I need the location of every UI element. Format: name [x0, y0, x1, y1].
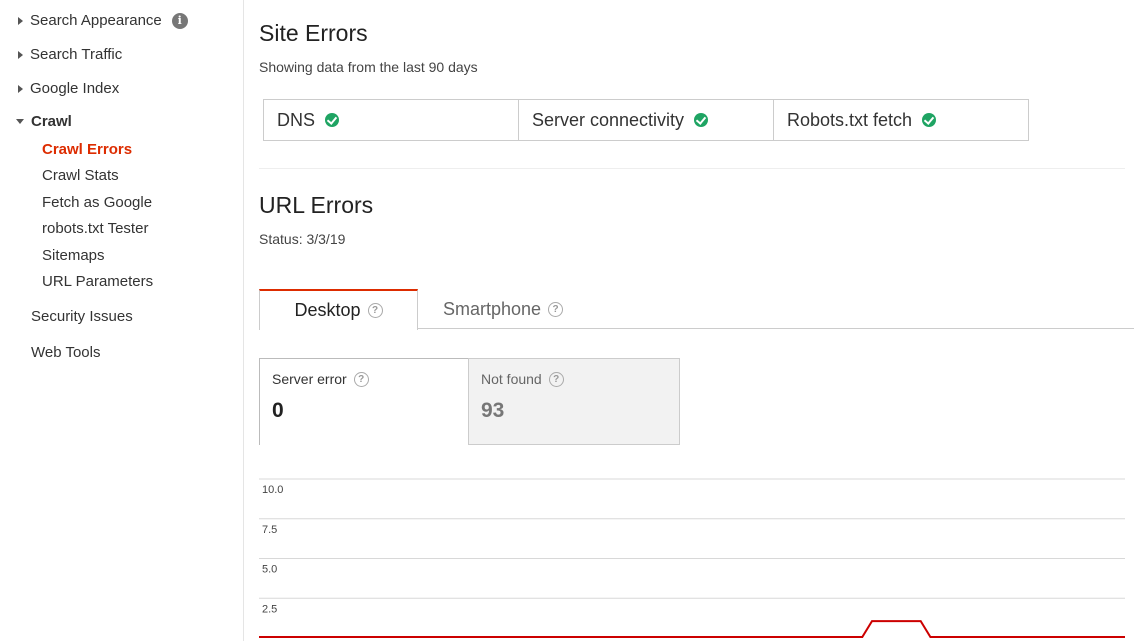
status-cell-robots-fetch[interactable]: Robots.txt fetch	[774, 100, 1028, 140]
sidebar-item-crawl-errors[interactable]: Crawl Errors	[42, 141, 132, 158]
site-errors-subtitle: Showing data from the last 90 days	[259, 59, 478, 75]
help-icon[interactable]: ?	[548, 301, 564, 317]
status-cell-dns[interactable]: DNS	[264, 100, 519, 140]
sidebar-item-label: Search Appearance	[30, 12, 162, 29]
status-label: Robots.txt fetch	[787, 109, 913, 130]
help-icon[interactable]: ?	[353, 371, 369, 387]
y-tick-label: 7.5	[262, 524, 277, 536]
caret-down-icon	[16, 119, 24, 124]
caret-right-icon	[18, 16, 23, 25]
sidebar-item-sitemaps[interactable]: Sitemaps	[42, 247, 105, 264]
sidebar-item-crawl[interactable]: Crawl	[16, 113, 72, 130]
help-icon[interactable]: ?	[548, 371, 564, 387]
sidebar-item-url-parameters[interactable]: URL Parameters	[42, 273, 153, 290]
sidebar-item-search-traffic[interactable]: Search Traffic	[18, 46, 122, 63]
metric-label-row: Not found ?	[481, 371, 667, 387]
status-cell-server-connectivity[interactable]: Server connectivity	[519, 100, 774, 140]
url-errors-title: URL Errors	[259, 192, 374, 218]
sidebar-item-label: Search Traffic	[30, 46, 123, 63]
status-label: DNS	[277, 109, 316, 130]
check-circle-icon	[694, 113, 709, 127]
tab-desktop[interactable]: Desktop ?	[259, 289, 418, 330]
url-errors-status: Status: 3/3/19	[259, 231, 346, 247]
caret-right-icon	[18, 84, 23, 93]
metric-label: Not found	[481, 371, 542, 387]
site-errors-status-row: DNS Server connectivity Robots.txt fetch	[263, 99, 1029, 141]
metric-card-not-found[interactable]: Not found ? 93	[468, 358, 680, 445]
y-tick-label: 2.5	[262, 603, 277, 615]
section-divider	[259, 168, 1125, 169]
y-tick-label: 5.0	[262, 564, 277, 576]
check-circle-icon	[922, 113, 937, 127]
info-icon[interactable]: i	[171, 12, 188, 29]
sidebar-item-label: Google Index	[30, 80, 120, 97]
url-errors-chart: 10.0 7.5 5.0 2.5	[259, 470, 1125, 641]
check-circle-icon	[325, 113, 340, 127]
chart-svg: 10.0 7.5 5.0 2.5	[259, 478, 1125, 638]
metric-value: 0	[272, 399, 284, 422]
y-tick-label: 10.0	[262, 484, 283, 496]
metric-label-row: Server error ?	[272, 371, 457, 387]
series-line	[259, 620, 1125, 638]
metric-label: Server error	[272, 371, 347, 387]
sidebar-item-robots-tester[interactable]: robots.txt Tester	[42, 220, 148, 237]
sidebar-item-label: Crawl	[31, 113, 72, 130]
tab-label: Smartphone	[442, 298, 542, 319]
sidebar-item-web-tools[interactable]: Web Tools	[31, 344, 101, 361]
site-errors-title: Site Errors	[259, 20, 368, 46]
tab-smartphone[interactable]: Smartphone ?	[418, 289, 588, 329]
sidebar: Search Appearance i Search Traffic Googl…	[0, 0, 244, 641]
caret-right-icon	[18, 50, 23, 59]
tab-label: Desktop	[294, 300, 361, 320]
help-icon[interactable]: ?	[367, 303, 383, 318]
sidebar-item-crawl-stats[interactable]: Crawl Stats	[42, 167, 119, 184]
sidebar-item-security-issues[interactable]: Security Issues	[31, 308, 133, 325]
status-label: Server connectivity	[532, 109, 685, 130]
metric-value: 93	[481, 399, 505, 422]
sidebar-item-google-index[interactable]: Google Index	[18, 80, 119, 97]
metric-card-server-error[interactable]: Server error ? 0	[259, 358, 469, 445]
sidebar-item-fetch-as-google[interactable]: Fetch as Google	[42, 194, 152, 211]
sidebar-item-search-appearance[interactable]: Search Appearance i	[18, 12, 188, 29]
